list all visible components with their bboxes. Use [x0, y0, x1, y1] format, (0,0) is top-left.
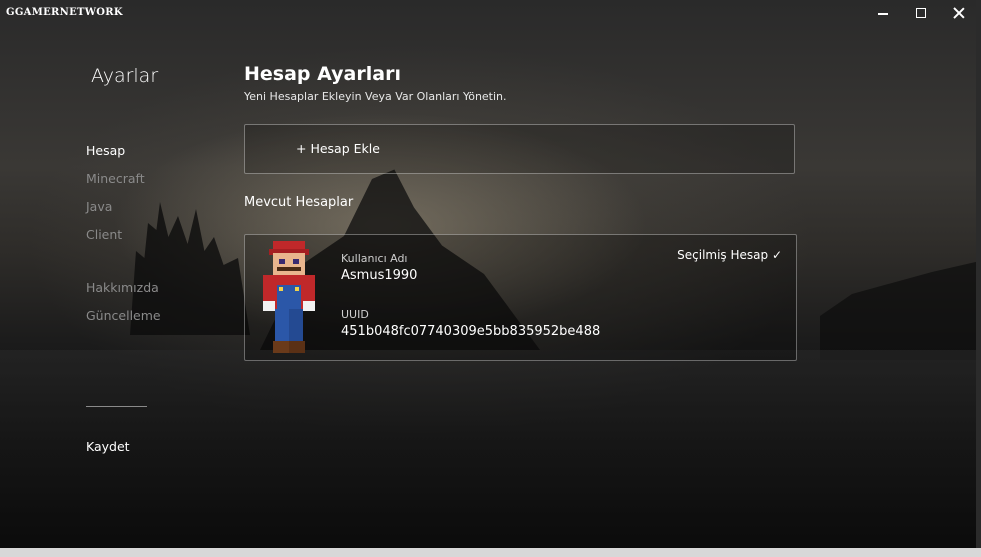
minimize-button[interactable] — [868, 2, 898, 24]
add-account-label: + Hesap Ekle — [296, 141, 380, 156]
title-bar[interactable]: GGAMERNETWORK — [0, 0, 981, 26]
sidebar-item-hakkimizda[interactable]: Hakkımızda — [86, 280, 159, 295]
minimize-icon — [878, 13, 888, 15]
close-icon — [952, 6, 966, 20]
sidebar-item-minecraft[interactable]: Minecraft — [86, 171, 145, 186]
maximize-icon — [916, 8, 926, 18]
maximize-button[interactable] — [906, 2, 936, 24]
accounts-section-title: Mevcut Hesaplar — [244, 195, 354, 210]
page-subtitle: Yeni Hesaplar Ekleyin Veya Var Olanları … — [244, 90, 507, 103]
background-ship-silhouette — [820, 261, 980, 360]
uuid-label: UUID — [341, 308, 369, 321]
sidebar-item-hesap[interactable]: Hesap — [86, 143, 125, 158]
background-water — [0, 350, 981, 557]
username-value: Asmus1990 — [341, 268, 418, 283]
brand-logo: GGAMERNETWORK — [6, 7, 123, 18]
selected-account-badge: Seçilmiş Hesap ✓ — [677, 248, 782, 262]
add-account-button[interactable]: + Hesap Ekle — [244, 124, 795, 174]
sidebar-item-guncelleme[interactable]: Güncelleme — [86, 308, 161, 323]
sidebar-divider — [86, 406, 147, 407]
username-label: Kullanıcı Adı — [341, 252, 408, 265]
taskbar-strip — [0, 548, 981, 557]
sidebar-title: Ayarlar — [91, 65, 159, 87]
save-button[interactable]: Kaydet — [86, 439, 130, 454]
sidebar-item-java[interactable]: Java — [86, 199, 112, 214]
close-button[interactable] — [944, 2, 974, 24]
window-edge — [976, 0, 981, 548]
sidebar-item-client[interactable]: Client — [86, 227, 122, 242]
player-skin-avatar — [263, 241, 315, 353]
page-title: Hesap Ayarları — [244, 63, 401, 85]
account-card[interactable]: Kullanıcı Adı Asmus1990 UUID 451b048fc07… — [244, 234, 797, 361]
uuid-value: 451b048fc07740309e5bb835952be488 — [341, 324, 601, 339]
launcher-window: GGAMERNETWORK Ayarlar Hesap Minecraft Ja… — [0, 0, 981, 557]
